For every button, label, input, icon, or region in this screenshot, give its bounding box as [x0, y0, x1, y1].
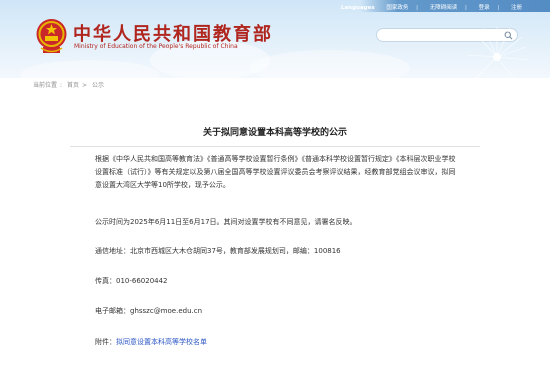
site-header: Languages 国家政务 | 无障碍阅读 | 登录 | 注册 中华人民共和国…	[0, 0, 550, 78]
title-divider	[70, 146, 480, 147]
topbar-link-register[interactable]: 注册	[511, 5, 522, 11]
breadcrumb: 当前位置: 首页 > 公示	[33, 82, 104, 89]
address-value: 北京市西城区大木仓胡同37号，教育部发展规划司，邮编：100816	[130, 247, 341, 255]
fax-value: 010-66020442	[116, 277, 168, 285]
dandelion-decoration-icon	[466, 27, 528, 78]
attachment: 附件：拟同意设置本科高等学校名单	[95, 336, 460, 349]
topbar-separator: |	[497, 5, 500, 11]
topbar-separator: |	[416, 5, 418, 11]
contact-fax: 传真：010-66020442	[95, 275, 460, 288]
languages-link[interactable]: Languages	[341, 5, 375, 11]
contact-address: 通信地址：北京市西城区大木仓胡同37号，教育部发展规划司，邮编：100816	[95, 245, 460, 258]
breadcrumb-notice-link[interactable]: 公示	[92, 82, 104, 89]
topbar-link-gov[interactable]: 国家政务	[386, 5, 408, 11]
breadcrumb-home-link[interactable]: 首页	[67, 82, 79, 89]
article-title: 关于拟同意设置本科高等学校的公示	[202, 128, 347, 138]
email-label: 电子邮箱：	[95, 307, 130, 315]
address-label: 通信地址：	[95, 247, 130, 255]
cloud-decoration	[250, 50, 410, 78]
topbar: Languages 国家政务 | 无障碍阅读 | 登录 | 注册	[331, 3, 522, 11]
article-paragraph-2: 公示时间为2025年6月11日至6月17日。其间对设置学校有不同意见，请署名反映…	[95, 218, 357, 226]
fax-label: 传真：	[95, 277, 116, 285]
topbar-link-accessibility[interactable]: 无障碍阅读	[430, 5, 458, 11]
national-emblem-icon[interactable]	[35, 17, 68, 55]
attachment-link[interactable]: 拟同意设置本科高等学校名单	[116, 338, 207, 346]
topbar-link-login[interactable]: 登录	[479, 5, 490, 11]
attachment-label: 附件：	[95, 338, 116, 346]
breadcrumb-current-label: 当前位置	[33, 82, 58, 89]
email-value: ghsszc@moe.edu.cn	[130, 307, 203, 315]
article-paragraph-1: 根据《中华人民共和国高等教育法》《普通高等学校设置暂行条例》《普通本科学校设置暂…	[95, 155, 456, 189]
cloud-decoration	[20, 60, 160, 78]
contact-email: 电子邮箱：ghsszc@moe.edu.cn	[95, 305, 460, 318]
site-title-english: Ministry of Education of the People's Re…	[74, 43, 238, 50]
topbar-separator: |	[465, 5, 467, 11]
